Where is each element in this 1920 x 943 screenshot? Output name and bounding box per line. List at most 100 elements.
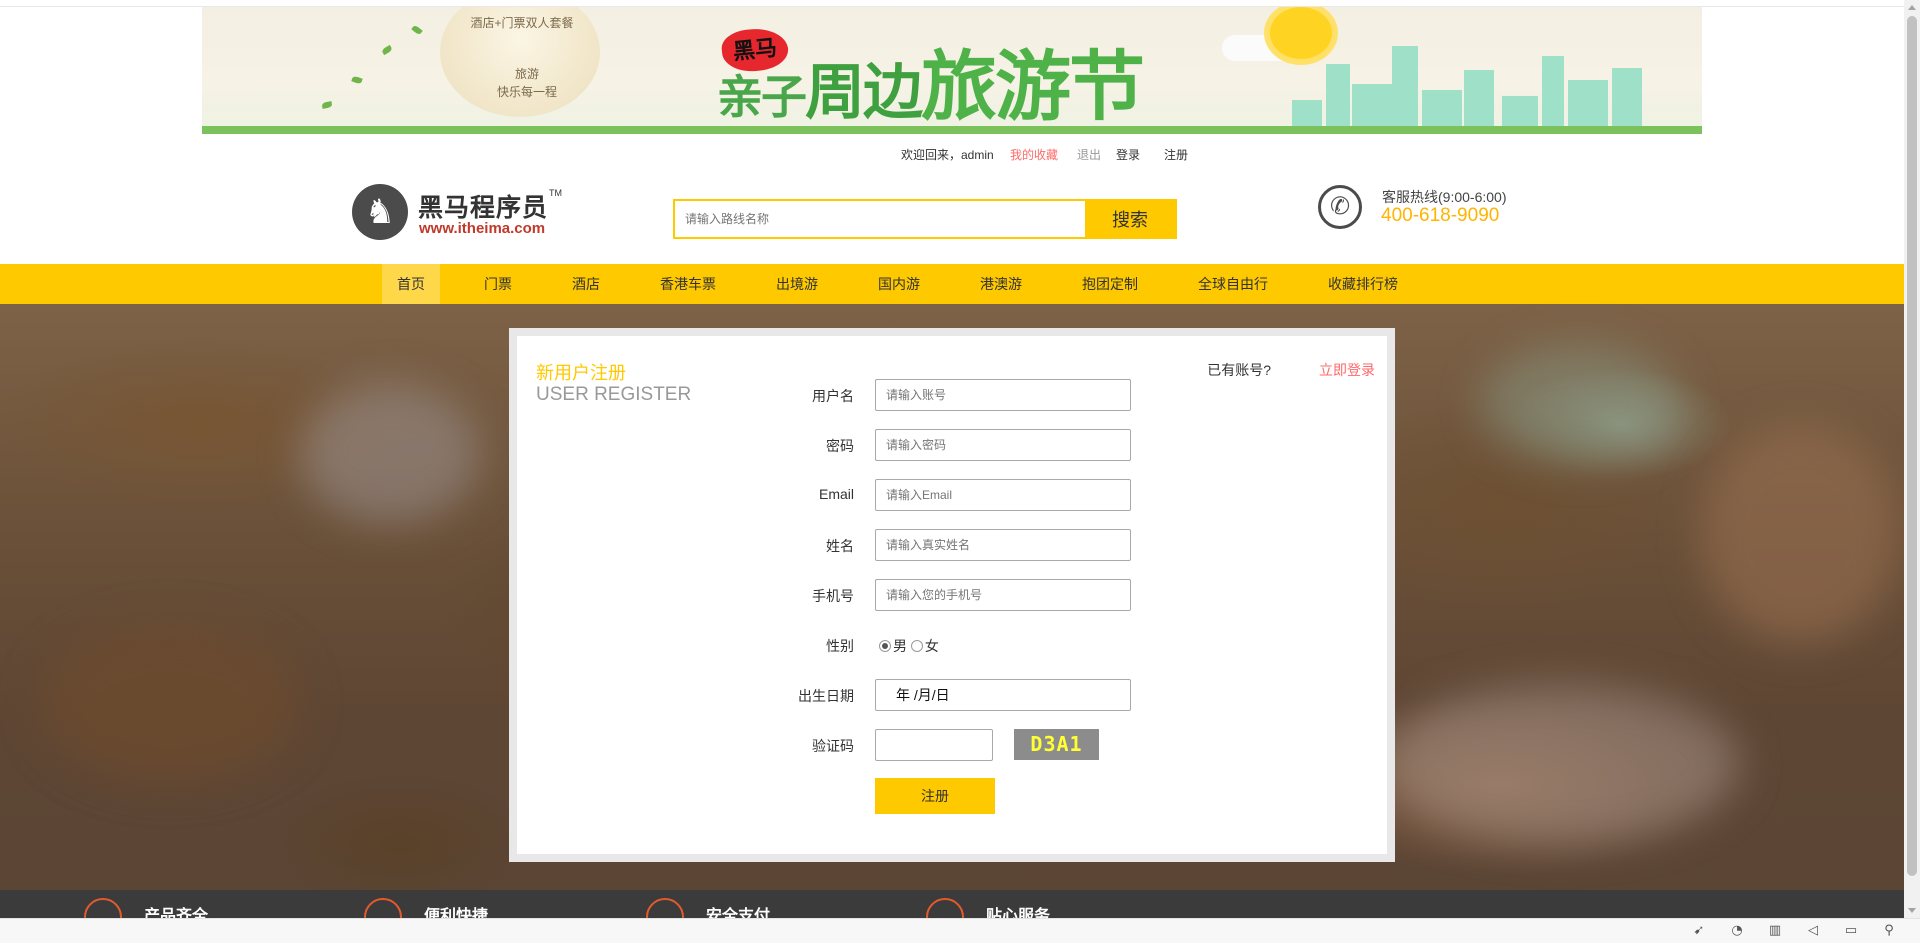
- nav-item-hk-macau[interactable]: 港澳游: [970, 264, 1032, 304]
- phone-label: 手机号: [812, 588, 854, 604]
- captcha-image[interactable]: D3A1: [1014, 729, 1099, 760]
- gender-female-label[interactable]: 女: [925, 638, 939, 654]
- background-blur: [1700, 424, 1900, 644]
- banner-title-part2: 周边: [805, 58, 923, 128]
- banner-title-part1: 亲子: [717, 70, 807, 124]
- user-bar: 欢迎回来，admin 我的收藏 退出 登录 注册: [0, 144, 1904, 164]
- footer-features: 产品齐全 便利快捷 安全支付 贴心服务: [0, 890, 1904, 918]
- city-decoration: [1612, 68, 1642, 134]
- birthday-input[interactable]: 年 /月/日: [875, 679, 1131, 711]
- vertical-scrollbar[interactable]: [1904, 0, 1920, 918]
- gender-male-label[interactable]: 男: [893, 638, 907, 654]
- hotline-label: 客服热线(9:00-6:00): [1382, 189, 1507, 205]
- volume-icon[interactable]: ◁: [1804, 922, 1822, 940]
- register-link[interactable]: 注册: [1164, 146, 1188, 163]
- scroll-thumb[interactable]: [1907, 16, 1917, 876]
- feature-label: 产品齐全: [144, 908, 209, 918]
- nav-item-favorite-rank[interactable]: 收藏排行榜: [1320, 264, 1406, 304]
- leaf-decoration: [351, 75, 363, 85]
- email-label: Email: [818, 486, 854, 502]
- phone-icon: ✆: [1318, 185, 1362, 229]
- scroll-up-arrow-icon[interactable]: [1908, 5, 1916, 10]
- window-icon[interactable]: ▭: [1842, 922, 1860, 940]
- register-title-cn: 新用户注册: [536, 363, 626, 383]
- scroll-down-arrow-icon[interactable]: [1908, 908, 1916, 913]
- search-box: 搜索: [673, 199, 1177, 239]
- email-input[interactable]: [875, 479, 1131, 511]
- feature-label: 安全支付: [706, 908, 771, 918]
- register-card: 新用户注册 USER REGISTER 已有账号? 立即登录 用户名 密码 Em…: [509, 328, 1395, 862]
- browser-status-toolbar: ➹ ◔ ▥ ◁ ▭ ⚲: [0, 918, 1920, 943]
- speed-icon[interactable]: ◔: [1728, 922, 1746, 940]
- main-nav: 首页 门票 酒店 香港车票 出境游 国内游 港澳游 抱团定制 全球自由行 收藏排…: [0, 264, 1904, 304]
- zoom-icon[interactable]: ⚲: [1880, 922, 1898, 940]
- banner-bubble-line3: 快乐每一程: [496, 85, 557, 99]
- city-decoration: [1392, 46, 1418, 134]
- sun-icon: [1270, 7, 1332, 59]
- username-input[interactable]: [875, 379, 1131, 411]
- nav-item-outbound[interactable]: 出境游: [766, 264, 828, 304]
- logo-text: 黑马程序员: [418, 194, 549, 222]
- nav-item-hotel[interactable]: 酒店: [558, 264, 614, 304]
- background-blur: [1480, 344, 1680, 464]
- name-label: 姓名: [826, 538, 854, 554]
- hotline: ✆ 客服热线(9:00-6:00) 400-618-9090: [1318, 183, 1558, 233]
- nav-item-global-free[interactable]: 全球自由行: [1190, 264, 1276, 304]
- promo-banner[interactable]: 酒店+门票双人套餐 旅游 快乐每一程 黑马 亲子周边旅游节: [202, 7, 1702, 134]
- register-submit-button[interactable]: 注册: [875, 778, 995, 814]
- gender-label: 性别: [826, 638, 854, 654]
- nav-item-domestic[interactable]: 国内游: [868, 264, 930, 304]
- background-blur: [1380, 684, 1740, 844]
- logo-trademark: TM: [549, 188, 562, 198]
- password-input[interactable]: [875, 429, 1131, 461]
- leaf-decoration: [381, 44, 393, 56]
- logout-link[interactable]: 退出: [1077, 146, 1101, 163]
- feature-label: 贴心服务: [986, 908, 1051, 918]
- welcome-text: 欢迎回来，admin: [901, 148, 994, 162]
- gender-options: 男 女: [879, 636, 939, 656]
- register-title-en: USER REGISTER: [536, 384, 692, 405]
- banner-bubble-text2: 旅游 快乐每一程: [462, 65, 592, 101]
- banner-bubble-line2: 旅游: [514, 67, 539, 81]
- my-favorites-link[interactable]: 我的收藏: [1010, 146, 1058, 163]
- banner-ground: [202, 126, 1702, 134]
- logo-url: www.itheima.com: [419, 220, 546, 237]
- service-icon: [926, 898, 964, 918]
- page-viewport: 酒店+门票双人套餐 旅游 快乐每一程 黑马 亲子周边旅游节 欢迎回来，admin…: [0, 0, 1904, 918]
- feature-label: 便利快捷: [424, 908, 489, 918]
- nav-item-tickets[interactable]: 门票: [470, 264, 526, 304]
- gender-male-radio[interactable]: [879, 640, 891, 652]
- leaf-decoration: [321, 101, 333, 109]
- birthday-label: 出生日期: [798, 688, 854, 704]
- city-decoration: [1464, 70, 1494, 134]
- background-blur: [40, 624, 300, 784]
- rocket-feature-icon: [364, 898, 402, 918]
- search-button[interactable]: 搜索: [1085, 201, 1175, 237]
- shield-icon: [646, 898, 684, 918]
- leaf-decoration: [411, 24, 423, 36]
- phone-input[interactable]: [875, 579, 1131, 611]
- captcha-input[interactable]: [875, 729, 993, 761]
- trash-icon[interactable]: ▥: [1766, 922, 1784, 940]
- gender-female-radio[interactable]: [910, 640, 923, 652]
- search-input[interactable]: [675, 201, 1085, 237]
- hotline-number: 400-618-9090: [1381, 205, 1500, 226]
- rocket-icon[interactable]: ➹: [1690, 922, 1708, 940]
- site-logo[interactable]: ♞ 黑马程序员 TM www.itheima.com: [352, 184, 568, 242]
- city-decoration: [1542, 56, 1564, 134]
- banner-title-part3: 旅游节: [921, 42, 1145, 131]
- top-rule: [0, 0, 1904, 7]
- products-icon: [84, 898, 122, 918]
- password-label: 密码: [826, 438, 854, 454]
- banner-bubble-text: 酒店+门票双人套餐: [470, 16, 574, 30]
- login-now-link[interactable]: 立即登录: [1319, 360, 1375, 380]
- name-input[interactable]: [875, 529, 1131, 561]
- horse-logo-icon: ♞: [352, 184, 408, 240]
- background-blur: [300, 384, 480, 524]
- nav-item-home[interactable]: 首页: [382, 264, 440, 304]
- has-account-text: 已有账号?: [1207, 362, 1271, 378]
- nav-item-group-custom[interactable]: 抱团定制: [1074, 264, 1146, 304]
- login-link[interactable]: 登录: [1116, 146, 1140, 163]
- captcha-label: 验证码: [812, 738, 854, 754]
- nav-item-hk-bus[interactable]: 香港车票: [652, 264, 724, 304]
